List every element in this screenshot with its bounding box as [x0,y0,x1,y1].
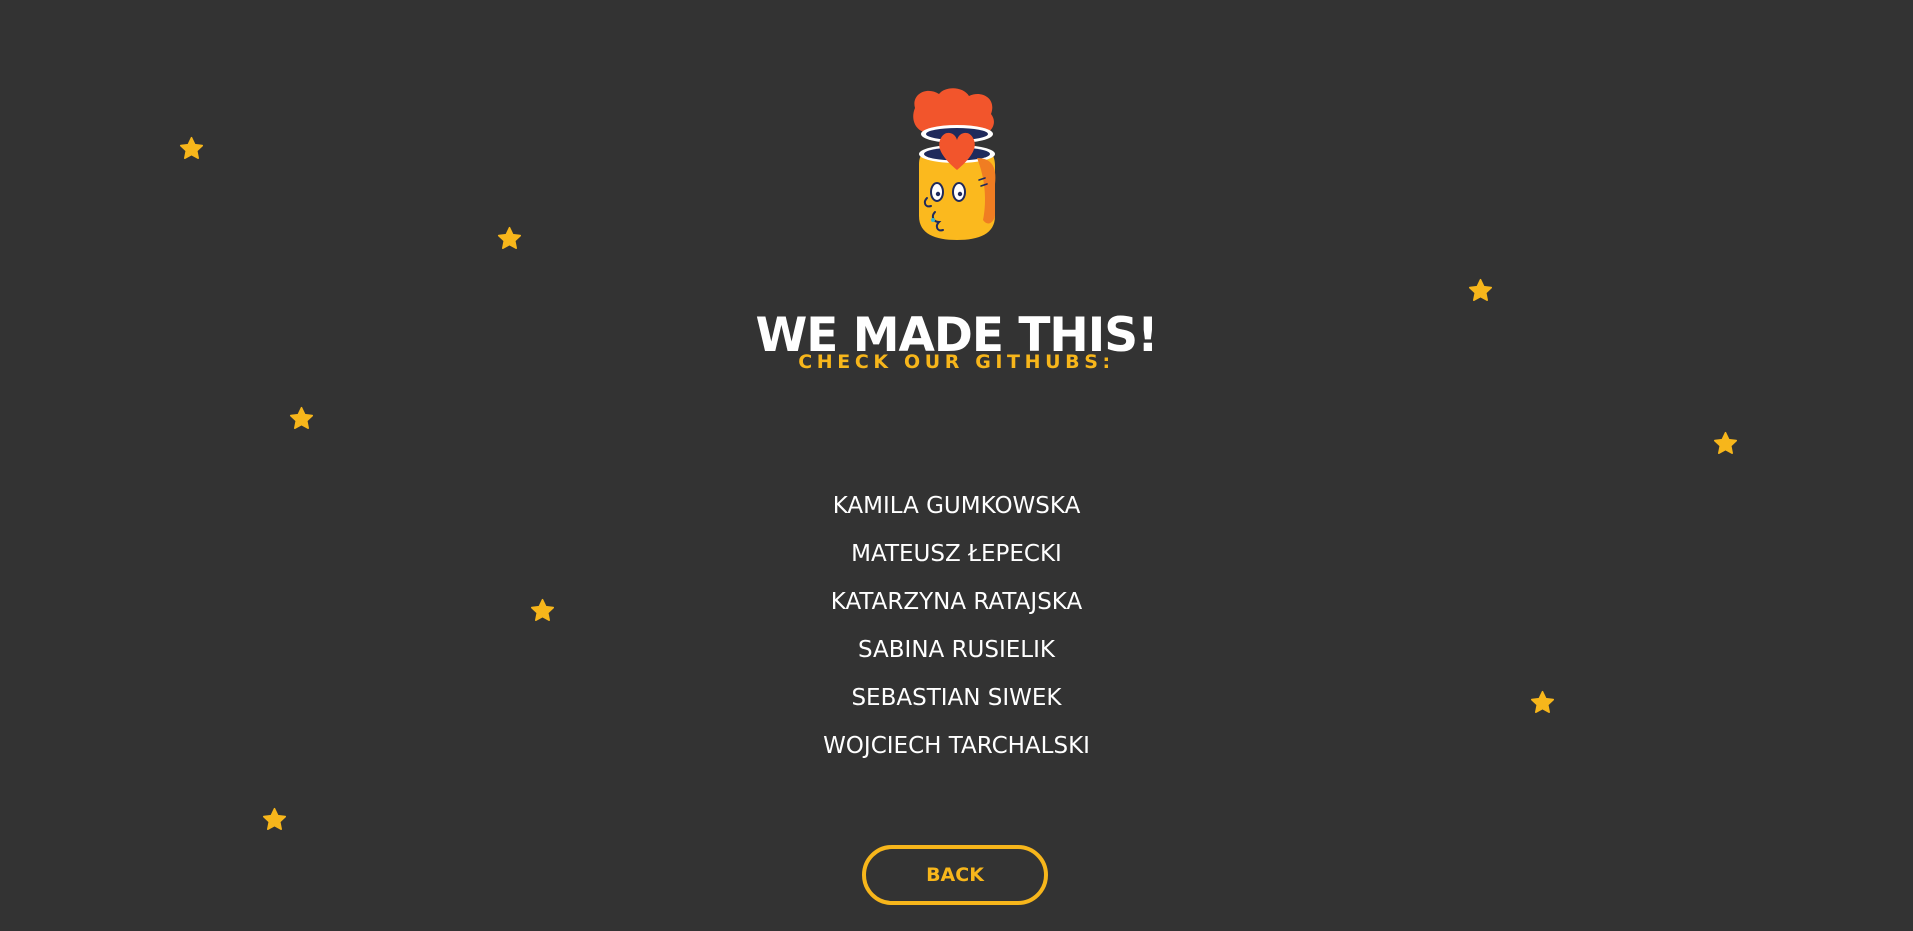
star-icon [178,135,205,162]
star-icon [288,405,315,432]
github-link[interactable]: WOJCIECH TARCHALSKI [823,733,1090,759]
github-link[interactable]: KAMILA GUMKOWSKA [833,493,1081,519]
list-item: KAMILA GUMKOWSKA [0,488,1913,536]
list-item: WOJCIECH TARCHALSKI [0,728,1913,776]
github-link[interactable]: SEBASTIAN SIWEK [851,685,1061,711]
star-icon [1712,430,1739,457]
back-button[interactable]: BACK [862,845,1048,905]
star-icon [261,806,288,833]
github-links-list: KAMILA GUMKOWSKA MATEUSZ ŁEPECKI KATARZY… [0,488,1913,776]
star-icon [496,225,523,252]
github-link[interactable]: MATEUSZ ŁEPECKI [851,541,1062,567]
heart-head-mascot-icon [905,88,1009,244]
page-subtitle: CHECK OUR GITHUBS: [798,351,1115,373]
github-link[interactable]: KATARZYNA RATAJSKA [831,589,1082,615]
star-icon [1467,277,1494,304]
list-item: KATARZYNA RATAJSKA [0,584,1913,632]
github-link[interactable]: SABINA RUSIELIK [858,637,1055,663]
list-item: MATEUSZ ŁEPECKI [0,536,1913,584]
list-item: SEBASTIAN SIWEK [0,680,1913,728]
list-item: SABINA RUSIELIK [0,632,1913,680]
